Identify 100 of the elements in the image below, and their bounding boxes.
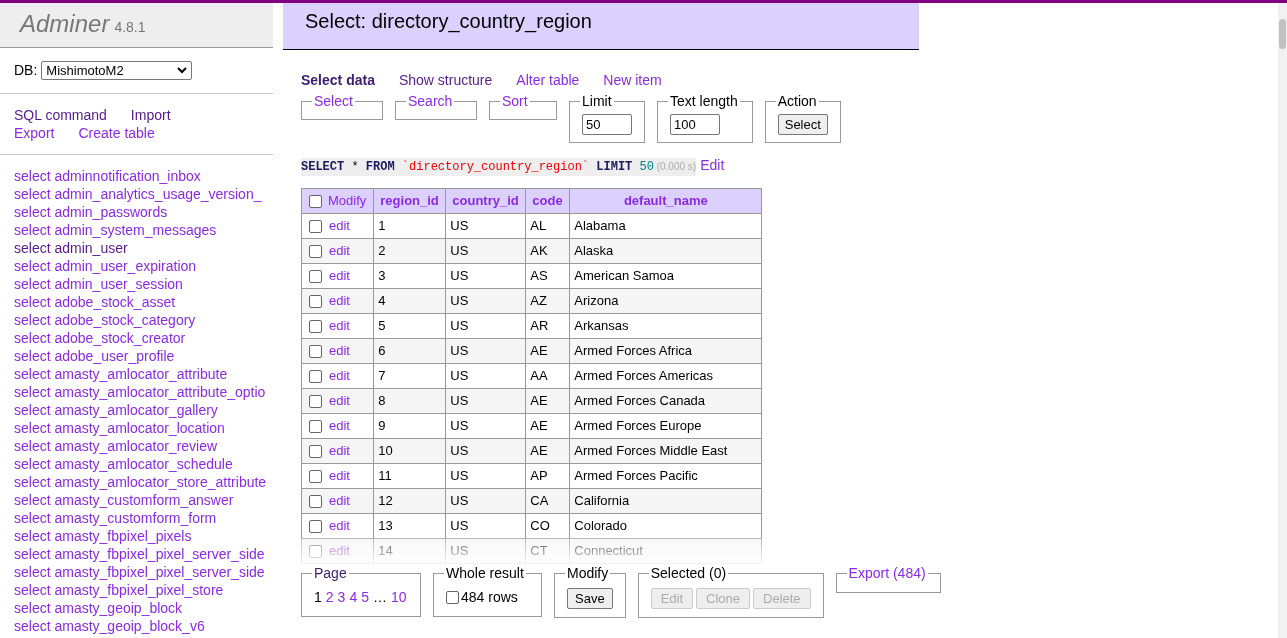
input-field[interactable]: 100 [670,114,720,135]
row-checkbox[interactable] [309,244,322,258]
table-link[interactable]: select amasty_amlocator_attribute [14,365,228,383]
table-link[interactable]: select adminnotification_inbox [14,167,201,185]
table-cell: Connecticut [569,538,762,564]
row-checkbox[interactable] [309,469,322,483]
table-link[interactable]: select amasty_amlocator_schedule [14,455,233,473]
table-link[interactable]: select amasty_amlocator_store_attribute [14,473,267,491]
table-cell: US [445,413,526,439]
table-link[interactable]: select amasty_customform_answer [14,491,234,509]
row-checkbox[interactable] [309,369,322,383]
legend-link[interactable]: Select [312,91,355,112]
sidebar-link[interactable]: Import [130,106,171,124]
page-link[interactable]: 4 [349,587,358,608]
row-checkbox[interactable] [309,419,322,433]
page-link[interactable]: 5 [361,587,369,608]
row-checkbox[interactable] [309,519,322,533]
row-checkbox[interactable] [309,269,322,283]
table-link[interactable]: select amasty_fbpixel_pixel_server_side [14,545,265,563]
db-select[interactable]: MishimotoM2 [41,61,193,80]
checkbox[interactable] [309,194,322,208]
row-checkbox[interactable] [309,219,322,233]
table-link[interactable]: select admin_user_expiration [14,257,197,275]
table-link[interactable]: select admin_user_session [14,275,183,293]
table-cell: 6 [373,338,446,364]
modify-label[interactable]: Modify [328,191,367,211]
scrollbar[interactable] [1278,3,1287,638]
table-cell: 2 [373,238,446,264]
table-link[interactable]: select admin_passwords [14,203,168,221]
row-checkbox[interactable] [309,319,322,333]
sidebar-link[interactable]: Export [14,124,55,142]
table-link[interactable]: select admin_system_messages [14,221,217,239]
table-link[interactable]: select adobe_stock_creator [14,329,186,347]
table-cell: Alabama [569,213,762,239]
page-link[interactable]: 1 [314,587,322,608]
legend-label: Modify [566,564,610,583]
legend-label: Page [313,564,348,583]
sidebar-link[interactable]: Create table [78,124,155,142]
save-button[interactable]: Save [567,588,613,609]
edit-link[interactable]: Edit [700,155,725,176]
table-cell: Armed Forces Canada [569,388,762,414]
select-button[interactable]: Select [777,114,828,135]
row-checkbox[interactable] [309,494,322,508]
table-link[interactable]: select amasty_fbpixel_pixels [14,527,192,545]
table-cell: US [445,463,526,489]
table-link[interactable]: select amasty_geoip_block_v6 [14,617,205,635]
app-name[interactable]: Adminer [20,6,110,42]
checkbox[interactable] [446,591,459,604]
caret-icon [177,67,188,74]
sql-query: SELECT * FROM `directory_country_region` LIMIT 50 (0.000 s) [301,158,697,176]
table-cell: US [445,213,526,239]
table-cell: 7 [373,363,446,389]
column-header[interactable]: default_name [569,188,762,214]
table-cell: AL [525,213,570,239]
export-link[interactable]: Export (484) [846,563,928,584]
tab[interactable]: New item [603,70,662,90]
table-cell: AE [525,413,570,439]
db-label: DB: [14,61,38,80]
table-cell: 1 [373,213,446,239]
table-link[interactable]: select adobe_user_profile [14,347,175,365]
row-checkbox[interactable] [309,294,322,308]
table-link[interactable]: select amasty_geoip_block [14,599,183,617]
table-cell: AK [525,238,570,264]
legend-label: Selected (0) [649,564,728,583]
column-header[interactable]: code [525,188,570,214]
page-link[interactable]: 2 [325,587,334,608]
row-checkbox[interactable] [309,544,322,558]
table-link[interactable]: select amasty_fbpixel_pixel_server_side [14,563,265,581]
table-cell: 14 [373,538,446,564]
row-checkbox[interactable] [309,444,322,458]
input-field[interactable]: 50 [582,114,632,135]
table-link[interactable]: select amasty_customform_form [14,509,217,527]
table-link[interactable]: select admin_user [14,239,128,257]
table-link[interactable]: select adobe_stock_category [14,311,196,329]
legend-label: Limit [581,92,613,111]
tab[interactable]: Show structure [398,70,493,90]
table-cell: 9 [373,413,446,439]
table-link[interactable]: select amasty_amlocator_location [14,419,225,437]
tab[interactable]: Select data [301,70,375,90]
page-link[interactable]: 3 [337,587,346,608]
row-checkbox[interactable] [309,394,322,408]
legend-link[interactable]: Sort [500,91,530,112]
tab[interactable]: Alter table [516,70,580,90]
table-link[interactable]: select amasty_amlocator_attribute_optio [14,383,266,401]
page-link[interactable]: 10 [391,587,407,608]
table-cell: AR [525,313,570,339]
table-cell: US [445,363,526,389]
row-checkbox[interactable] [309,344,322,358]
column-header[interactable]: country_id [445,188,526,214]
sidebar-link[interactable]: SQL command [14,106,107,124]
table-cell: 11 [373,463,446,489]
table-link[interactable]: select amasty_amlocator_review [14,437,218,455]
legend-label: Whole result [445,564,525,583]
column-header[interactable]: region_id [373,188,446,214]
table-link[interactable]: select adobe_stock_asset [14,293,176,311]
table-link[interactable]: select admin_analytics_usage_version_ [14,185,262,203]
table-cell: 10 [373,438,446,464]
table-link[interactable]: select amasty_fbpixel_pixel_store [14,581,224,599]
legend-link[interactable]: Search [406,91,455,112]
table-link[interactable]: select amasty_amlocator_gallery [14,401,218,419]
